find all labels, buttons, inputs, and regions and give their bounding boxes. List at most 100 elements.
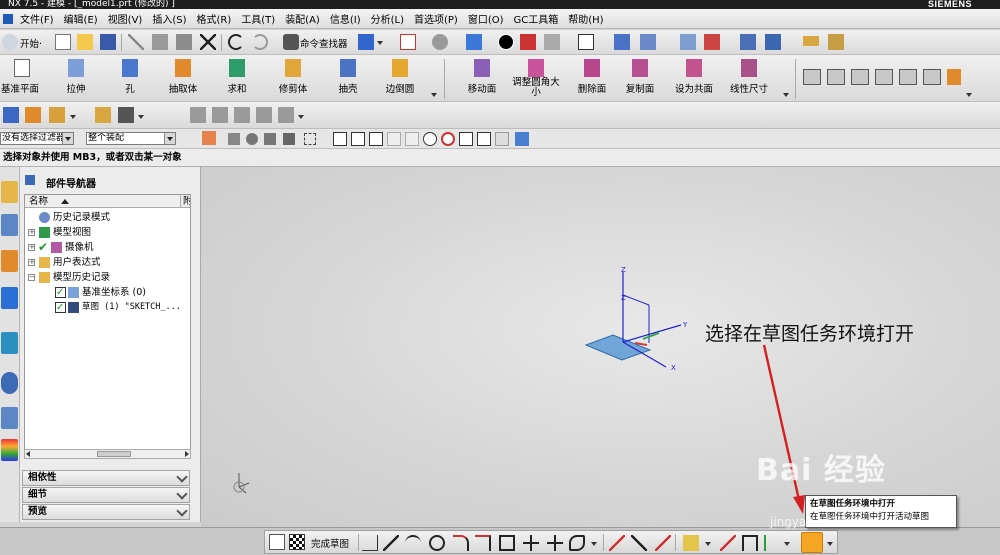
make-coplanar-icon[interactable] <box>686 59 702 77</box>
redo-icon[interactable] <box>252 34 268 50</box>
wcs-icon[interactable] <box>680 34 696 50</box>
linear-dimension-icon[interactable] <box>741 59 757 77</box>
tree-row-model-history[interactable]: − 模型历史记录 <box>25 270 190 285</box>
datum-csys-triad[interactable]: Z Z Y X <box>584 266 688 372</box>
rapid-dimension-icon[interactable] <box>742 535 758 551</box>
column-name-header[interactable]: 名称 <box>29 195 48 208</box>
snap-quadrant-icon[interactable] <box>441 132 455 146</box>
snap-control-icon[interactable] <box>387 132 401 146</box>
web-browser-icon[interactable] <box>1 332 18 354</box>
shell-button[interactable]: 抽壳 <box>332 81 364 95</box>
make-coplanar-button[interactable]: 设为共面 <box>670 81 718 95</box>
open-folder-icon[interactable] <box>77 34 93 50</box>
menu-gc-toolkits[interactable]: GC工具箱 <box>509 11 564 26</box>
menu-assemblies[interactable]: 装配(A) <box>280 11 325 26</box>
chevron-down-icon[interactable] <box>164 133 175 144</box>
snap-icon[interactable] <box>704 34 720 50</box>
shaded-cube-icon[interactable] <box>466 34 482 50</box>
undo-icon[interactable] <box>228 34 244 50</box>
app-menu-icon[interactable] <box>3 13 13 24</box>
collapse-icon[interactable]: − <box>28 274 35 281</box>
play-icon[interactable] <box>765 34 781 50</box>
select-icon[interactable] <box>358 34 374 50</box>
open-in-sketch-task-environment-button[interactable] <box>801 532 823 553</box>
rectangle-icon[interactable] <box>499 535 515 551</box>
type-filter-select[interactable]: 没有选择过滤器 <box>0 132 74 145</box>
edge-blend-button[interactable]: 边倒圆 <box>380 81 420 95</box>
tree-row-sketch[interactable]: ✓ 草图 (1) "SKETCH_... <box>25 300 190 315</box>
geometric-constraint-icon[interactable] <box>764 535 780 551</box>
sketch-orient-icon[interactable] <box>269 534 285 550</box>
menu-help[interactable]: 帮助(H) <box>563 11 608 26</box>
graphics-window[interactable]: Z Z Y X 选择在草图任务环境打开 <box>201 167 1000 527</box>
arc-icon[interactable] <box>405 535 421 551</box>
selection-cube-icon[interactable] <box>515 132 529 146</box>
copy-icon[interactable] <box>152 34 168 50</box>
offset-curve-icon[interactable] <box>683 535 699 551</box>
snap-midpoint-icon[interactable] <box>369 132 383 146</box>
make-corner-icon[interactable] <box>655 535 671 551</box>
drawing-icon[interactable] <box>118 107 134 123</box>
line-icon[interactable] <box>383 535 399 551</box>
process-studio-icon[interactable] <box>1 439 18 461</box>
scroll-right-icon[interactable] <box>185 451 189 457</box>
snap-on-curve-icon[interactable] <box>477 132 491 146</box>
copy-face-icon[interactable] <box>632 59 648 77</box>
paste-icon[interactable] <box>176 34 192 50</box>
copy-face-button[interactable]: 复制面 <box>620 81 660 95</box>
history-icon[interactable] <box>1 372 18 394</box>
select-option-icon[interactable] <box>283 133 295 145</box>
circle-icon[interactable] <box>429 535 445 551</box>
chevron-down-icon[interactable] <box>62 133 73 144</box>
select-option-icon[interactable] <box>228 133 240 145</box>
datum-plane-button[interactable]: 基准平面 <box>0 81 40 95</box>
tree-row-history-mode[interactable]: 历史记录模式 <box>25 210 190 225</box>
move-face-icon[interactable] <box>474 59 490 77</box>
resize-blend-button[interactable]: 调整圆角大小 <box>512 78 560 98</box>
tree-horizontal-scrollbar[interactable] <box>24 449 191 459</box>
expand-icon[interactable]: + <box>28 244 35 251</box>
grey-cube-icon[interactable] <box>544 34 560 50</box>
chevron-down-icon[interactable] <box>784 542 790 546</box>
point-icon[interactable] <box>547 535 563 551</box>
menu-window[interactable]: 窗口(O) <box>463 11 509 26</box>
selection-scope-select[interactable]: 整个装配 <box>86 132 176 145</box>
snap-center-icon[interactable] <box>423 132 437 146</box>
select-option-icon[interactable] <box>264 133 276 145</box>
dependencies-panel[interactable]: 相依性 <box>22 470 190 486</box>
delete-face-button[interactable]: 删除面 <box>572 81 612 95</box>
unite-icon[interactable] <box>229 59 245 77</box>
menu-preferences[interactable]: 首选项(P) <box>409 11 463 26</box>
menu-analysis[interactable]: 分析(L) <box>366 11 409 26</box>
drafting-icon[interactable] <box>875 69 893 85</box>
move-object-icon[interactable] <box>740 34 756 50</box>
mirror-curve-icon[interactable] <box>720 535 736 551</box>
chevron-down-icon[interactable] <box>298 115 304 119</box>
chevron-down-icon[interactable] <box>176 488 188 500</box>
drafting-icon[interactable] <box>899 69 917 85</box>
finish-sketch-flag-icon[interactable] <box>289 534 305 550</box>
fit-view-icon[interactable] <box>400 34 416 50</box>
details-panel[interactable]: 细节 <box>22 487 190 503</box>
studio-spline-icon[interactable] <box>569 535 585 551</box>
edge-blend-icon[interactable] <box>392 59 408 77</box>
chevron-down-icon[interactable] <box>431 93 437 97</box>
scroll-left-icon[interactable] <box>26 451 30 457</box>
drafting-icon[interactable] <box>827 69 845 85</box>
hole-button[interactable]: 孔 <box>118 81 142 95</box>
check-icon[interactable]: ✔ <box>38 241 49 253</box>
delete-face-icon[interactable] <box>584 59 600 77</box>
measure-icon[interactable] <box>828 34 844 50</box>
resize-blend-icon[interactable] <box>528 59 544 77</box>
extract-body-icon[interactable] <box>175 59 191 77</box>
chevron-down-icon[interactable] <box>377 41 383 45</box>
checkbox-checked-icon[interactable]: ✓ <box>55 302 66 313</box>
snap-endpoint-icon[interactable] <box>351 132 365 146</box>
menu-file[interactable]: 文件(F) <box>15 11 59 26</box>
rectangle-select-icon[interactable] <box>304 133 316 145</box>
chevron-down-icon[interactable] <box>827 542 833 546</box>
chevron-down-icon[interactable] <box>966 93 972 97</box>
chevron-down-icon[interactable] <box>705 542 711 546</box>
surface-icon[interactable] <box>49 107 65 123</box>
background-icon[interactable] <box>578 34 594 50</box>
